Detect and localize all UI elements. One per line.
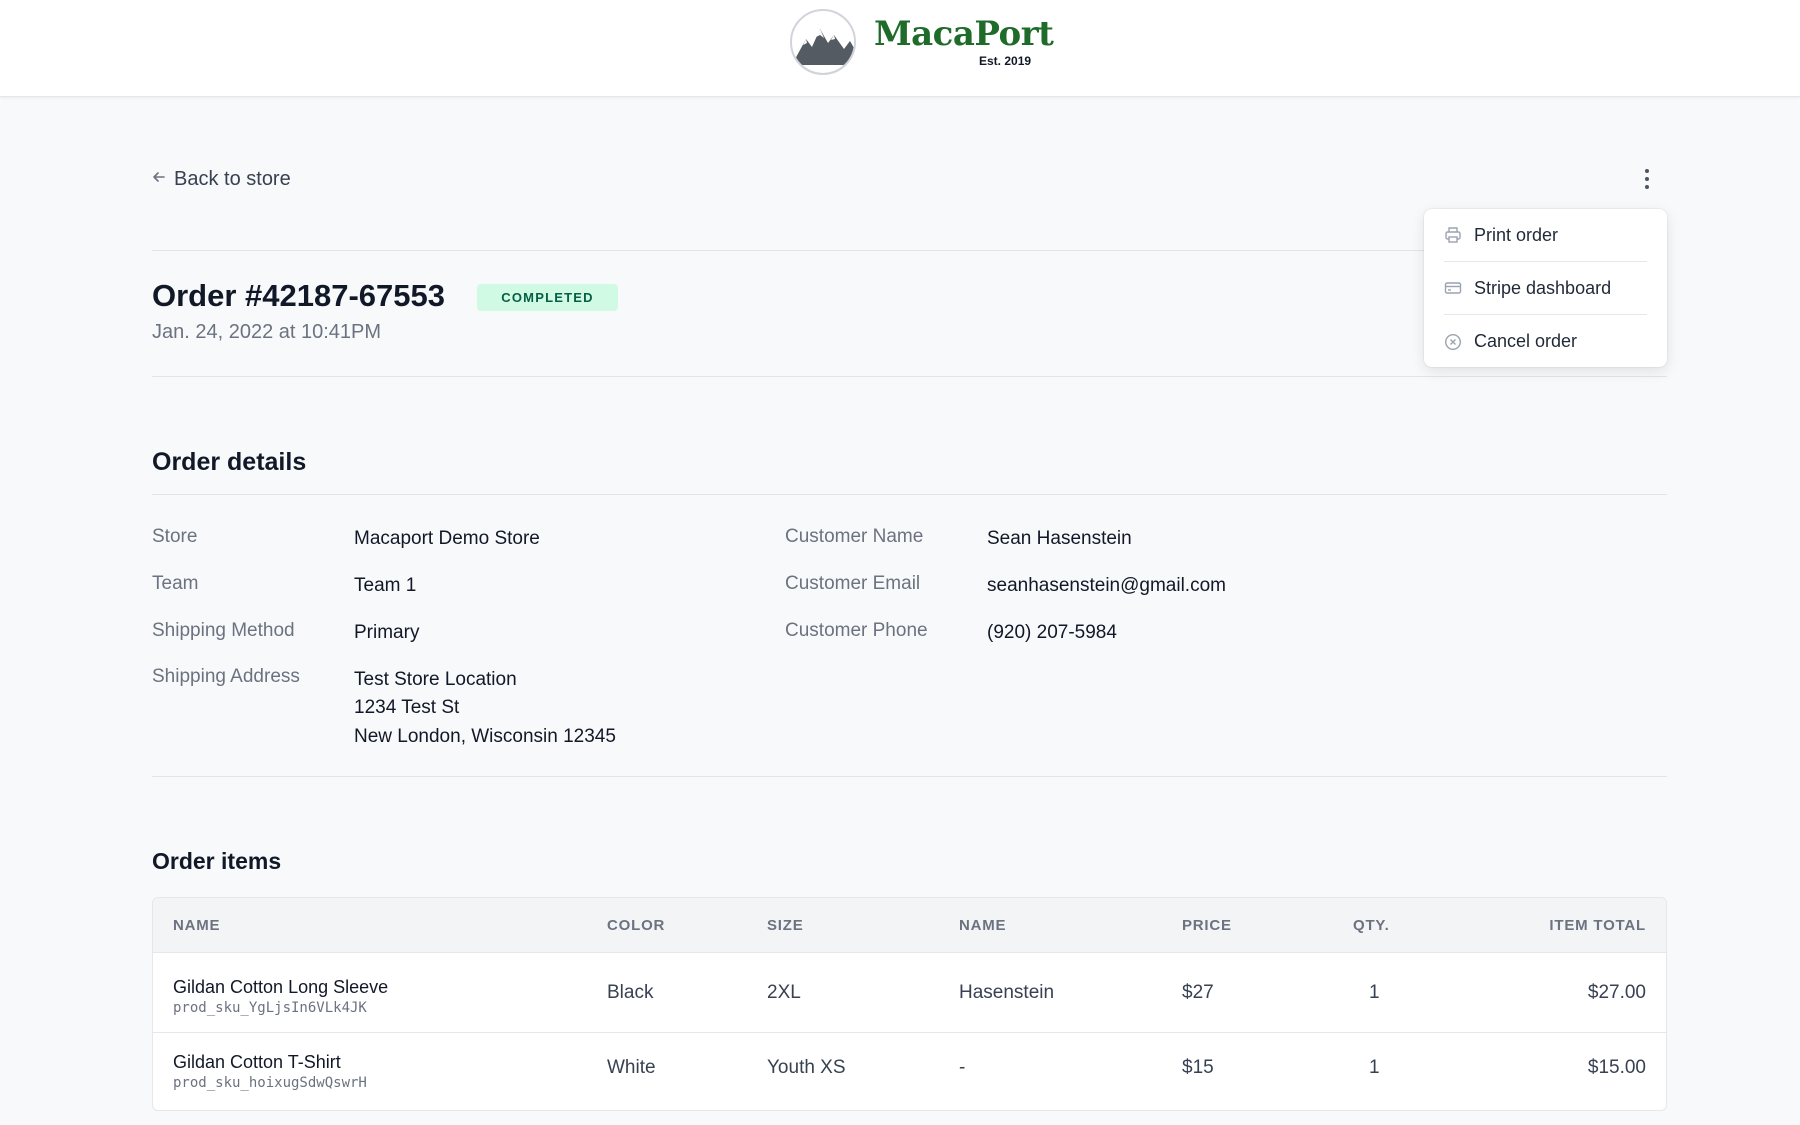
menu-item-label: Print order bbox=[1474, 224, 1559, 245]
menu-item-cancel-order[interactable]: Cancel order bbox=[1444, 315, 1647, 368]
table-row: Gildan Cotton T-Shirt prod_sku_hoixugSdw… bbox=[153, 1032, 1666, 1110]
item-name: Gildan Cotton T-Shirt bbox=[173, 1052, 341, 1072]
arrow-left-icon bbox=[152, 170, 166, 189]
customer-name-label: Customer Name bbox=[785, 526, 924, 547]
item-name: Gildan Cotton Long Sleeve bbox=[173, 977, 389, 997]
x-circle-icon bbox=[1444, 333, 1462, 350]
status-badge: COMPLETED bbox=[477, 284, 618, 311]
item-qty: 1 bbox=[1369, 982, 1380, 1003]
customer-phone-value: (920) 207-5984 bbox=[987, 622, 1117, 643]
column-header-qty: QTY. bbox=[1353, 917, 1390, 934]
item-total: $15.00 bbox=[1587, 1057, 1646, 1078]
item-color: Black bbox=[607, 982, 654, 1003]
item-custom-name: Hasenstein bbox=[959, 982, 1055, 1003]
order-date: Jan. 24, 2022 at 10:41PM bbox=[152, 321, 382, 343]
table-header: NAME COLOR SIZE NAME PRICE QTY. ITEM TOT… bbox=[153, 898, 1666, 953]
page-title: Order #42187-67553 bbox=[152, 278, 446, 313]
item-total: $27.00 bbox=[1587, 982, 1646, 1003]
customer-phone-label: Customer Phone bbox=[785, 620, 928, 641]
item-sku: prod_sku_YgLjsIn6VLk4JK bbox=[173, 1000, 367, 1016]
store-label: Store bbox=[152, 526, 198, 547]
shipping-method-label: Shipping Method bbox=[152, 620, 295, 641]
table-row: Gildan Cotton Long Sleeve prod_sku_YgLjs… bbox=[153, 953, 1666, 1032]
credit-card-icon bbox=[1444, 282, 1462, 294]
column-header-price: PRICE bbox=[1182, 917, 1232, 934]
menu-item-label: Cancel order bbox=[1474, 331, 1578, 351]
shipping-method-value: Primary bbox=[354, 622, 420, 643]
brand-logo[interactable]: MacaPort Est. 2019 bbox=[790, 9, 1054, 75]
column-header-item-total: ITEM TOTAL bbox=[1549, 917, 1646, 934]
shipping-address-line: 1234 Test St bbox=[354, 697, 460, 718]
back-to-store-label: Back to store bbox=[174, 167, 291, 190]
column-header-size: SIZE bbox=[767, 917, 804, 934]
order-actions-menu: Print order Stripe dashboard Cancel orde… bbox=[1424, 209, 1667, 367]
item-price: $27 bbox=[1182, 982, 1214, 1003]
item-color: White bbox=[607, 1057, 656, 1078]
brand-established: Est. 2019 bbox=[979, 54, 1032, 68]
customer-email-label: Customer Email bbox=[785, 573, 921, 594]
item-price: $15 bbox=[1182, 1057, 1214, 1078]
printer-icon bbox=[1445, 227, 1461, 243]
column-header-name: NAME bbox=[173, 917, 221, 934]
store-value: Macaport Demo Store bbox=[354, 528, 540, 549]
item-custom-name: - bbox=[959, 1057, 966, 1078]
back-to-store-link[interactable]: Back to store bbox=[152, 166, 291, 192]
team-label: Team bbox=[152, 573, 199, 594]
brand-name: MacaPort bbox=[874, 14, 1054, 54]
mountain-logo-icon bbox=[790, 9, 856, 75]
customer-email-value: seanhasenstein@gmail.com bbox=[987, 575, 1226, 596]
column-header-color: COLOR bbox=[607, 917, 666, 934]
menu-item-print-order[interactable]: Print order bbox=[1444, 209, 1647, 262]
team-value: Team 1 bbox=[354, 575, 417, 596]
order-items-table: NAME COLOR SIZE NAME PRICE QTY. ITEM TOT… bbox=[152, 897, 1667, 1111]
divider bbox=[152, 494, 1667, 495]
shipping-address-line: New London, Wisconsin 12345 bbox=[354, 726, 616, 747]
more-options-icon[interactable] bbox=[1636, 164, 1658, 194]
item-sku: prod_sku_hoixugSdwQswrH bbox=[173, 1075, 367, 1091]
item-qty: 1 bbox=[1369, 1057, 1380, 1078]
order-details-heading: Order details bbox=[152, 448, 307, 476]
divider bbox=[152, 376, 1667, 377]
menu-item-label: Stripe dashboard bbox=[1474, 277, 1612, 298]
shipping-address-line: Test Store Location bbox=[354, 669, 517, 690]
shipping-address-label: Shipping Address bbox=[152, 666, 300, 687]
column-header-custom-name: NAME bbox=[959, 917, 1007, 934]
item-size: 2XL bbox=[767, 982, 801, 1003]
top-bar: MacaPort Est. 2019 bbox=[0, 0, 1800, 97]
menu-item-stripe-dashboard[interactable]: Stripe dashboard bbox=[1444, 262, 1647, 315]
order-items-heading: Order items bbox=[152, 848, 282, 874]
item-size: Youth XS bbox=[767, 1057, 846, 1078]
customer-name-value: Sean Hasenstein bbox=[987, 528, 1132, 549]
divider bbox=[152, 776, 1667, 777]
